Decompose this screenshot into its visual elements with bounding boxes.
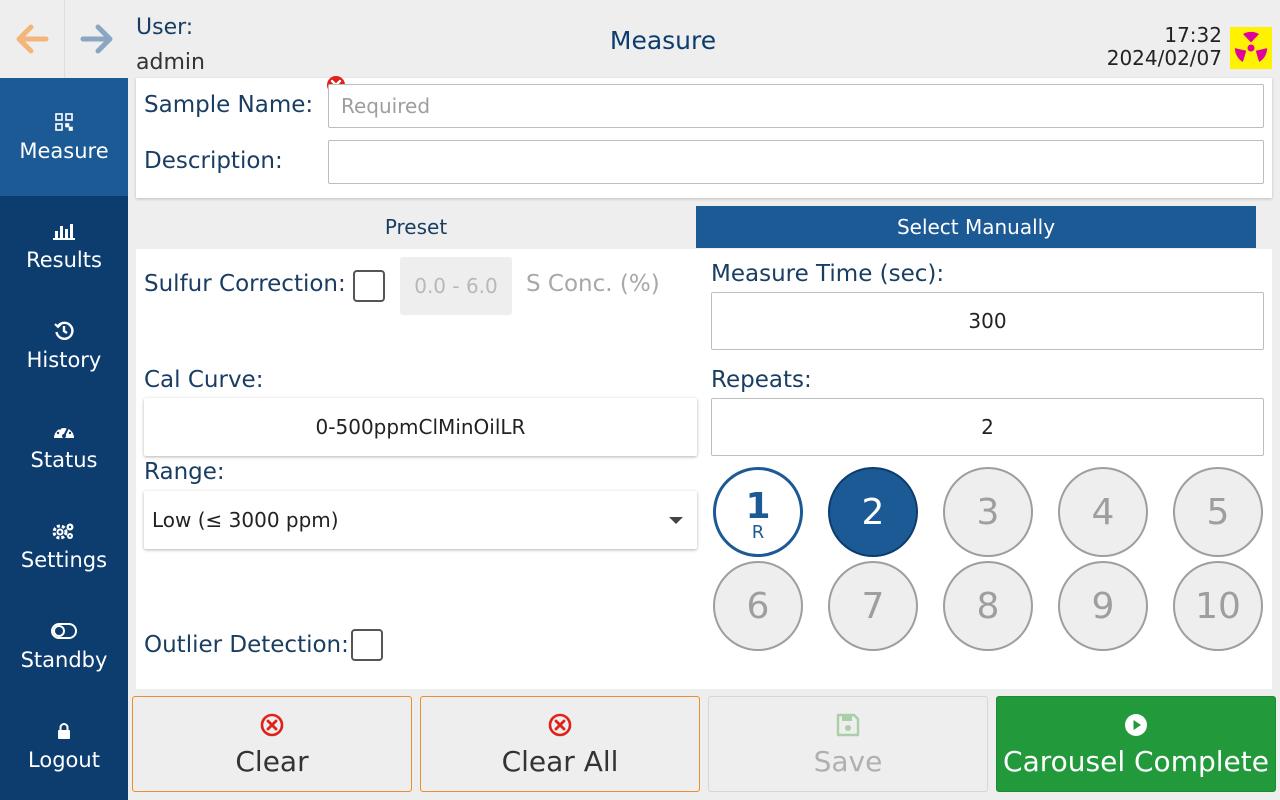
position-number: 2 — [861, 491, 885, 533]
s-conc-label: S Conc. (%) — [526, 271, 660, 297]
carousel-position-2[interactable]: 2 — [828, 467, 918, 557]
sidebar-item-label: Measure — [19, 139, 109, 163]
position-number: 6 — [746, 585, 770, 627]
clock: 17:32 2024/02/07 — [1107, 24, 1222, 70]
sample-name-label: Sample Name: — [144, 92, 314, 118]
mode-tabs: Preset Select Manually — [136, 206, 1256, 248]
position-number: 5 — [1206, 491, 1230, 533]
measure-time-value: 300 — [968, 309, 1007, 333]
carousel-position-10[interactable]: 10 — [1173, 561, 1263, 651]
repeats-input[interactable]: 2 — [711, 398, 1264, 456]
range-value: Low (≤ 3000 ppm) — [152, 508, 339, 532]
sidebar-item-measure[interactable]: Measure — [0, 78, 128, 196]
clear-all-button[interactable]: Clear All — [420, 696, 700, 792]
sidebar-item-label: Standby — [20, 648, 108, 672]
save-button[interactable]: Save — [708, 696, 988, 792]
tab-preset[interactable]: Preset — [136, 206, 696, 248]
play-circle-icon — [1124, 711, 1148, 739]
carousel-position-9[interactable]: 9 — [1058, 561, 1148, 651]
page-title: Measure — [609, 26, 717, 55]
carousel-position-7[interactable]: 7 — [828, 561, 918, 651]
sidebar-item-label: History — [26, 348, 102, 372]
toggle-icon — [51, 620, 77, 642]
sulfur-concentration-input: 0.0 - 6.0 — [400, 257, 512, 315]
clear-circle-icon — [548, 711, 572, 739]
top-bar: User: admin Measure 17:32 2024/02/07 — [0, 0, 1280, 78]
main-content: Sample Name: Description: Preset Select … — [128, 76, 1280, 800]
carousel-complete-button[interactable]: Carousel Complete — [996, 696, 1276, 792]
clear-button[interactable]: Clear — [132, 696, 412, 792]
description-input[interactable] — [328, 140, 1264, 184]
carousel-position-6[interactable]: 6 — [713, 561, 803, 651]
sample-info-card: Sample Name: Description: — [136, 76, 1272, 198]
sulfur-correction-checkbox[interactable] — [353, 270, 385, 302]
sidebar-item-label: Settings — [20, 548, 108, 572]
position-number: 9 — [1091, 585, 1115, 627]
chevron-down-icon — [669, 517, 683, 524]
description-label: Description: — [144, 148, 283, 174]
outlier-detection-checkbox[interactable] — [351, 629, 383, 661]
lock-icon — [57, 720, 71, 742]
clear-circle-icon — [260, 711, 284, 739]
carousel-position-3[interactable]: 3 — [943, 467, 1033, 557]
floppy-disk-icon — [836, 711, 860, 739]
position-number: 3 — [976, 491, 1000, 533]
sulfur-correction-label: Sulfur Correction: — [144, 271, 346, 297]
carousel-complete-button-label: Carousel Complete — [1003, 744, 1269, 778]
tab-select-manually[interactable]: Select Manually — [696, 206, 1256, 248]
measure-time-label: Measure Time (sec): — [711, 261, 945, 287]
radiation-status-indicator[interactable] — [1230, 27, 1272, 69]
carousel-position-8[interactable]: 8 — [943, 561, 1033, 651]
position-number: 8 — [976, 585, 1000, 627]
bar-chart-icon — [53, 220, 75, 242]
repeats-label: Repeats: — [711, 367, 812, 393]
sidebar-item-history[interactable]: History — [0, 296, 128, 396]
carousel-position-5[interactable]: 5 — [1173, 467, 1263, 557]
clear-button-label: Clear — [235, 744, 309, 778]
cal-curve-select[interactable]: 0-500ppmClMinOilLR — [144, 398, 697, 456]
cal-curve-label: Cal Curve: — [144, 367, 264, 393]
clock-time: 17:32 — [1164, 23, 1222, 47]
measure-time-input[interactable]: 300 — [711, 292, 1264, 350]
outlier-detection-label: Outlier Detection: — [144, 632, 349, 658]
measurement-settings-panel: Sulfur Correction: 0.0 - 6.0 S Conc. (%)… — [136, 249, 1272, 689]
sample-name-input[interactable] — [328, 84, 1264, 128]
clock-date: 2024/02/07 — [1106, 46, 1222, 70]
sidebar: Measure Results History Status Settings … — [0, 78, 128, 800]
position-number: 7 — [861, 585, 885, 627]
sidebar-item-results[interactable]: Results — [0, 196, 128, 296]
cal-curve-value: 0-500ppmClMinOilLR — [315, 415, 526, 439]
gauge-icon — [53, 420, 75, 442]
sidebar-item-status[interactable]: Status — [0, 396, 128, 496]
gears-icon — [52, 520, 76, 542]
sidebar-item-logout[interactable]: Logout — [0, 696, 128, 796]
history-icon — [54, 320, 74, 342]
save-button-label: Save — [813, 744, 883, 778]
sidebar-item-label: Status — [30, 448, 98, 472]
carousel-position-4[interactable]: 4 — [1058, 467, 1148, 557]
sidebar-item-standby[interactable]: Standby — [0, 596, 128, 696]
carousel-position-1[interactable]: 1 R — [713, 467, 803, 557]
position-number: 1 — [745, 486, 771, 527]
position-number: 10 — [1195, 585, 1241, 627]
clear-all-button-label: Clear All — [501, 744, 619, 778]
radiation-icon — [1234, 31, 1268, 62]
qr-code-icon — [55, 111, 73, 133]
position-number: 4 — [1091, 491, 1115, 533]
range-label: Range: — [144, 459, 225, 485]
sidebar-item-settings[interactable]: Settings — [0, 496, 128, 596]
repeats-value: 2 — [981, 415, 994, 439]
reference-marker: R — [751, 522, 765, 543]
sidebar-item-label: Logout — [28, 748, 100, 772]
range-select[interactable]: Low (≤ 3000 ppm) — [144, 491, 697, 549]
sidebar-item-label: Results — [26, 248, 102, 272]
